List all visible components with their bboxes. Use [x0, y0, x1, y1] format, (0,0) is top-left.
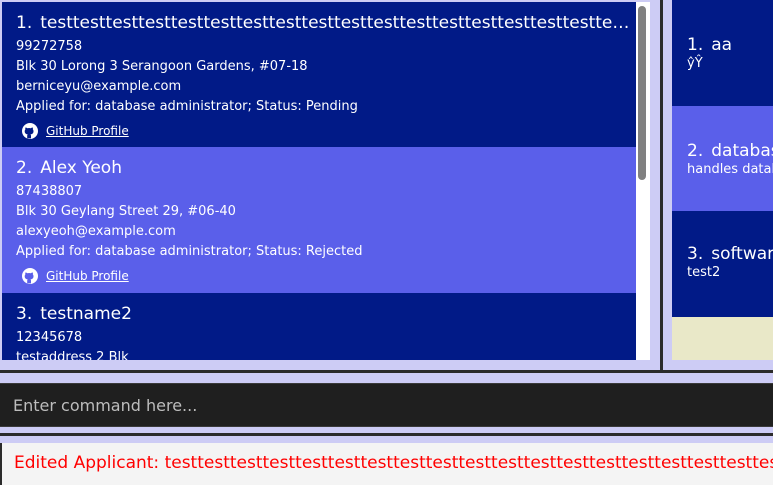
job-list-panel: 1. aa ŷŶ 2. database administrator handles… — [663, 0, 773, 370]
scrollbar-thumb[interactable] — [638, 6, 646, 180]
applicant-address: Blk 30 Lorong 3 Serangoon Gardens, #07-1… — [16, 59, 308, 74]
job-index: 2. — [687, 141, 704, 161]
job-title-row: 3. software engineer — [687, 244, 773, 264]
applicant-list-panel: 1. testtesttesttesttesttesttesttesttestte… — [0, 0, 660, 370]
command-input[interactable] — [0, 384, 773, 426]
applicant-address: testaddress 2 Blk — [16, 350, 129, 360]
job-title: software engineer — [711, 244, 773, 264]
job-title-row: 2. database administrator — [687, 141, 773, 161]
result-display: Edited Applicant: testtesttesttesttestte… — [0, 443, 773, 485]
job-description: test2 — [687, 265, 721, 280]
applicant-card-3[interactable]: 3. testname2 12345678 testaddress 2 Blk — [2, 293, 636, 360]
github-profile-row[interactable]: GitHub Profile — [16, 121, 636, 141]
applicant-name: Alex Yeoh — [40, 158, 122, 178]
applicant-card-2[interactable]: 2. Alex Yeoh 87438807 Blk 30 Geylang Stre… — [2, 147, 636, 293]
applicant-name-row: 2. Alex Yeoh — [16, 158, 630, 178]
applicant-name: testname2 — [40, 304, 132, 324]
job-list[interactable]: 1. aa ŷŶ 2. database administrator handles… — [672, 0, 773, 360]
applicant-name-row: 3. testname2 — [16, 304, 630, 324]
job-title: database administrator — [711, 141, 773, 161]
job-card-2[interactable]: 2. database administrator handles databas… — [672, 106, 773, 211]
applicant-index: 3. — [16, 304, 33, 324]
job-index: 3. — [687, 244, 704, 264]
applicant-phone: 87438807 — [16, 184, 83, 199]
applicant-card-1[interactable]: 1. testtesttesttesttesttesttesttesttestte… — [2, 2, 636, 147]
applicant-name: testtesttesttesttesttesttesttesttesttest… — [40, 13, 630, 33]
command-area — [0, 373, 773, 433]
github-profile-link[interactable]: GitHub Profile — [46, 269, 129, 283]
github-icon — [22, 123, 38, 139]
github-profile-link[interactable]: GitHub Profile — [46, 124, 129, 138]
job-index: 1. — [687, 35, 704, 55]
job-description: ŷŶ — [687, 56, 703, 71]
applicant-name-row: 1. testtesttesttesttesttesttesttesttestte… — [16, 13, 630, 33]
applicant-address: Blk 30 Geylang Street 29, #06-40 — [16, 204, 236, 219]
job-card-1[interactable]: 1. aa ŷŶ — [672, 0, 773, 106]
applicant-email: alexyeoh@example.com — [16, 224, 176, 239]
applicant-application-status: Applied for: database administrator; Sta… — [16, 244, 363, 259]
applicant-list-scrollbar[interactable] — [636, 2, 650, 358]
applicant-list[interactable]: 1. testtesttesttesttesttesttesttesttestte… — [2, 2, 650, 360]
job-card-3[interactable]: 3. software engineer test2 — [672, 211, 773, 317]
job-title: aa — [711, 35, 733, 55]
applicant-email: berniceyu@example.com — [16, 79, 182, 94]
command-box — [0, 383, 773, 427]
applicant-index: 2. — [16, 158, 33, 178]
applicant-application-status: Applied for: database administrator; Sta… — [16, 99, 358, 114]
applicant-phone: 12345678 — [16, 330, 83, 345]
applicant-phone: 99272758 — [16, 39, 83, 54]
job-description: handles databases — [687, 162, 773, 177]
result-message: Edited Applicant: testtesttesttesttestte… — [14, 453, 773, 473]
applicant-index: 1. — [16, 13, 33, 33]
github-profile-row[interactable]: GitHub Profile — [16, 266, 636, 286]
job-title-row: 1. aa — [687, 35, 773, 55]
github-icon — [22, 268, 38, 284]
result-area: Edited Applicant: testtesttesttesttestte… — [0, 436, 773, 485]
